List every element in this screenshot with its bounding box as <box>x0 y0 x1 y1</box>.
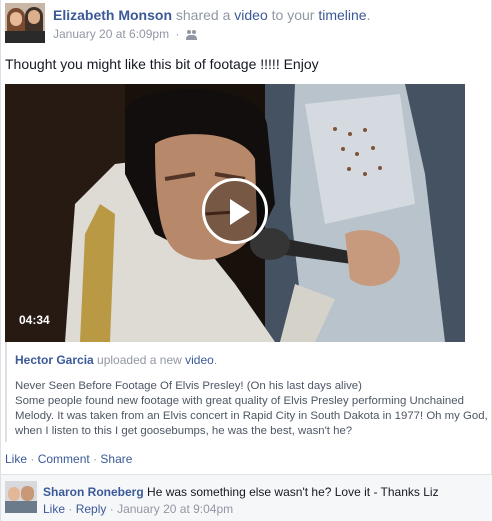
meta-separator: · <box>175 27 180 41</box>
author-avatar[interactable] <box>5 3 45 43</box>
comment-separator: · <box>109 502 114 516</box>
attachment-action-text: uploaded a new <box>97 353 182 367</box>
comment-link[interactable]: Comment <box>38 452 90 466</box>
attachment-title: Never Seen Before Footage Of Elvis Presl… <box>15 380 362 392</box>
shared-text: shared a <box>175 7 231 23</box>
commenter-name-link[interactable]: Sharon Roneberg <box>43 485 144 499</box>
comment-meta: Like · Reply · January 20 at 9:04pm <box>43 502 233 516</box>
story-header: Elizabeth Monson shared a video to your … <box>5 3 485 43</box>
comment-text: He was something else wasn't he? Love it… <box>147 485 439 499</box>
status-text: Thought you might like this bit of foota… <box>5 56 319 72</box>
actions-separator: · <box>30 452 35 466</box>
attachment-text: Never Seen Before Footage Of Elvis Presl… <box>15 379 491 439</box>
headline-period: . <box>366 7 371 23</box>
video-link[interactable]: video <box>234 7 267 23</box>
story-meta: January 20 at 6:09pm · <box>53 27 198 41</box>
post-timestamp[interactable]: January 20 at 6:09pm <box>53 27 169 41</box>
attachment-header: Hector Garcia uploaded a new video. <box>15 353 217 367</box>
comment-like-link[interactable]: Like <box>43 502 65 516</box>
commenter-avatar[interactable] <box>5 481 37 513</box>
like-link[interactable]: Like <box>5 452 27 466</box>
comment-line: Sharon Roneberg He was something else wa… <box>43 485 439 499</box>
actions-separator: · <box>93 452 98 466</box>
comment-reply-link[interactable]: Reply <box>76 502 107 516</box>
comments-section: Sharon Roneberg He was something else wa… <box>1 474 492 521</box>
story-headline: Elizabeth Monson shared a video to your … <box>53 7 370 23</box>
attachment-description: Some people found new footage with great… <box>15 395 488 437</box>
attachment-period: . <box>213 353 218 367</box>
video-duration: 04:34 <box>19 313 50 327</box>
share-link[interactable]: Share <box>100 452 132 466</box>
shared-attachment: Hector Garcia uploaded a new video. Neve… <box>5 342 489 442</box>
to-your-text: to your <box>271 7 315 23</box>
timeline-link[interactable]: timeline <box>318 7 366 23</box>
play-button[interactable] <box>202 178 268 244</box>
story-actions: Like · Comment · Share <box>5 452 132 466</box>
author-name-link[interactable]: Elizabeth Monson <box>53 7 172 23</box>
friends-icon[interactable] <box>185 30 198 40</box>
comment-timestamp[interactable]: January 20 at 9:04pm <box>117 502 233 516</box>
attachment-video-link[interactable]: video <box>185 353 214 367</box>
play-icon <box>230 199 250 225</box>
video-player[interactable]: 04:34 <box>5 84 465 342</box>
attachment-author-link[interactable]: Hector Garcia <box>15 353 94 367</box>
feed-story: Elizabeth Monson shared a video to your … <box>0 0 492 521</box>
comment-separator: · <box>68 502 73 516</box>
